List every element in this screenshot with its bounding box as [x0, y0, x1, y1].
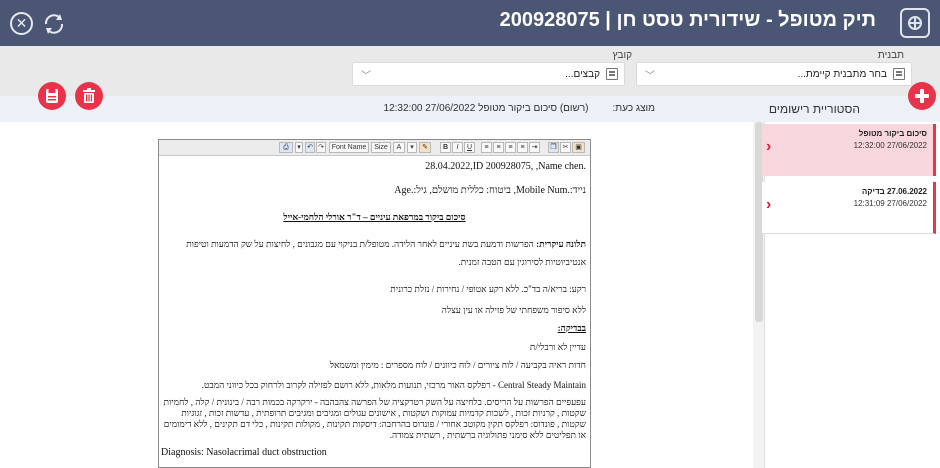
bold-button[interactable]: B — [440, 142, 451, 153]
align-center-icon[interactable]: ≡ — [493, 142, 504, 153]
template-label: תבנית — [877, 50, 904, 61]
exam-line-verbal: עדיין לא ורבלי/ת — [529, 342, 586, 352]
align-left-icon[interactable]: ≡ — [481, 142, 492, 153]
italic-button[interactable]: I — [452, 142, 463, 153]
underline-button[interactable]: U — [464, 142, 475, 153]
font-name-label: Font Name — [331, 144, 367, 151]
template-value: בחר מתבנית קיימת... — [797, 69, 887, 80]
exam-line-acuity: חדות ראיה בקביעה / לוח ציורים / לוח כיוו… — [329, 360, 586, 370]
record-name: 27.06.2022 בדיקה — [861, 187, 927, 196]
record-item[interactable]: 27.06.2022 בדיקה 27/06/2022 12:31:09 ‹ — [762, 182, 936, 234]
underline-label: U — [466, 144, 473, 151]
file-label: קובץ — [612, 50, 632, 61]
font-name-select[interactable]: Font Name — [329, 142, 369, 153]
font-color-icon[interactable]: A — [393, 142, 405, 153]
chevron-down-icon: ﹀ — [361, 71, 371, 82]
chevron-down-icon[interactable]: ▾ — [295, 142, 303, 153]
highlight-icon[interactable]: ✎ — [419, 142, 431, 153]
chevron-down-icon: ﹀ — [645, 71, 655, 82]
cut-icon[interactable]: ✂ — [560, 142, 571, 153]
chevron-down-icon[interactable]: ▾ — [407, 142, 417, 153]
shown-value: (רשום) סיכום ביקור מטופל 27/06/2022 12:3… — [383, 103, 589, 114]
editor-toolbar: ⎙ ▾ ↶ ↷ Font Name Size A ▾ ✎ B I U ≡ ≡ ≡… — [159, 140, 590, 156]
copy-icon[interactable]: ❐ — [548, 142, 559, 153]
save-button[interactable] — [38, 82, 66, 110]
history-bar: הסטוריית רישומים מוצג כעת: (רשום) סיכום ב… — [0, 96, 940, 122]
refresh-icon[interactable] — [40, 10, 68, 38]
file-icon — [606, 68, 618, 80]
trash-icon — [83, 88, 95, 103]
record-datetime: 27/06/2022 12:31:09 — [853, 199, 927, 208]
bold-label: B — [442, 144, 449, 151]
header-bar: ✕ תיק מטופל - שידורית טסט חן | 200928075 — [0, 0, 940, 46]
complaint-continued: אנטיביוטיות לסירוגין עם הטבה זמנית. — [458, 257, 586, 267]
document-heading: סיכום ביקור במרפאת עיניים – ד"ר אורלי הל… — [283, 212, 466, 222]
records-panel: סיכום ביקור מטופל 27/06/2022 12:32:00 ‹ … — [753, 122, 940, 468]
currently-shown: מוצג כעת: (רשום) סיכום ביקור מטופל 27/06/… — [384, 103, 655, 114]
page-title: תיק מטופל - שידורית טסט חן | 200928075 — [499, 9, 876, 31]
exam-line-reflex: Central Steady Maintain - רפלקס האור מרכ… — [201, 380, 586, 390]
file-value: קבצים... — [565, 69, 600, 80]
indent-icon[interactable]: ⇥ — [529, 142, 540, 153]
history-title: הסטוריית רישומים — [768, 102, 860, 116]
add-record-button[interactable] — [908, 82, 936, 110]
font-size-select[interactable]: Size — [371, 142, 391, 153]
rich-text-editor[interactable]: ⎙ ▾ ↶ ↷ Font Name Size A ▾ ✎ B I U ≡ ≡ ≡… — [158, 139, 591, 468]
complaint-label: תלונה עיקרית: — [536, 239, 586, 249]
file-select[interactable]: קבצים... ﹀ — [352, 62, 625, 86]
family-history-line: ללא סיפור משפחתי של פזילה או עין עצלה — [441, 305, 586, 315]
print-icon[interactable]: ⎙ — [279, 142, 293, 153]
align-right-icon[interactable]: ≡ — [505, 142, 516, 153]
italic-label: I — [456, 144, 459, 151]
chevron-left-icon: ‹ — [766, 138, 772, 155]
chevron-left-icon: ‹ — [766, 196, 772, 213]
record-name: סיכום ביקור מטופל — [858, 129, 927, 138]
undo-icon[interactable]: ↶ — [305, 142, 315, 153]
template-select[interactable]: בחר מתבנית קיימת... ﹀ — [636, 62, 912, 86]
record-item[interactable]: סיכום ביקור מטופל 27/06/2022 12:32:00 ‹ — [762, 124, 936, 176]
paste-icon[interactable]: ▣ — [572, 142, 585, 153]
record-datetime: 27/06/2022 12:32:00 — [853, 141, 927, 150]
exam-label: בבדיקה: — [557, 323, 586, 333]
document-content[interactable]: 28.04.2022,ID 200928075, ,Name chen. ניי… — [159, 157, 590, 468]
template-icon — [893, 68, 905, 80]
save-icon — [46, 89, 58, 103]
delete-button[interactable] — [75, 82, 103, 110]
complaint-text: הפרשות ודמעת בשת עיניים לאחר הלידה. מטופ… — [186, 239, 534, 249]
filter-area: תבנית בחר מתבנית קיימת... ﹀ קובץ קבצים..… — [0, 46, 940, 96]
patient-line: 28.04.2022,ID 200928075, ,Name chen. — [425, 161, 586, 172]
font-size-label: Size — [374, 144, 388, 151]
align-justify-icon[interactable]: ≡ — [517, 142, 528, 153]
app-icon — [900, 8, 930, 38]
redo-icon[interactable]: ↷ — [316, 142, 326, 153]
exam-paragraph: עפעפיים הפרשות על הריסים. בלחיצה על השק … — [163, 397, 586, 440]
background-line: רקע: בריא/ה בד"כ. ללא רקע אטופי / נחירות… — [390, 284, 586, 294]
diagnosis-line: Diagnosis: Nasolacrimal duct obstruction — [161, 447, 327, 458]
shown-label: מוצג כעת: — [612, 103, 655, 114]
close-icon[interactable]: ✕ — [10, 12, 33, 35]
contact-line: נייד:.Mobile Num, ביטוח: כללית מושלם, גי… — [394, 185, 586, 196]
complaint-line: תלונה עיקרית: הפרשות ודמעת בשת עיניים לא… — [186, 239, 586, 249]
